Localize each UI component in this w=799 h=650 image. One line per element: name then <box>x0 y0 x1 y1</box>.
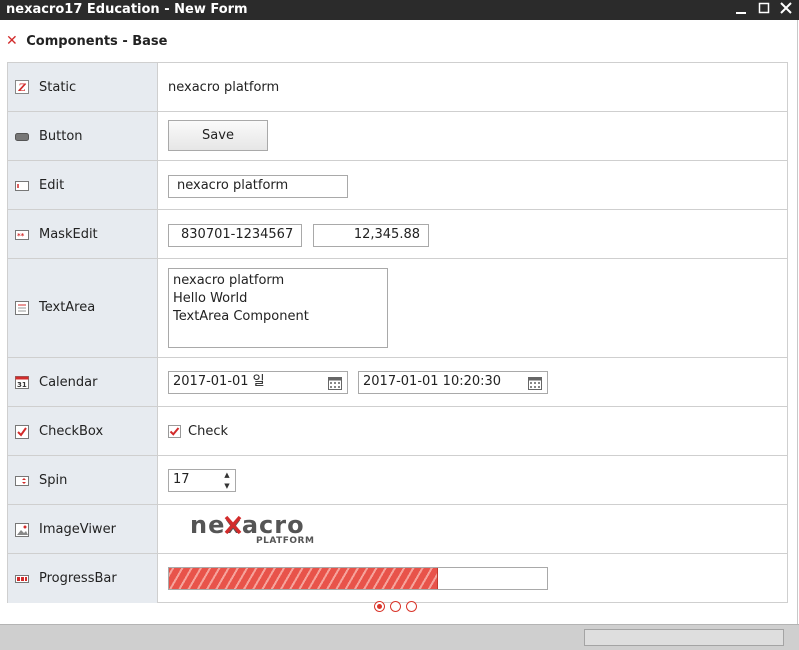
checkbox-icon <box>15 425 29 439</box>
minimize-button[interactable] <box>731 0 751 20</box>
calendar-date-value: 2017-01-01 일 <box>173 374 265 389</box>
textarea-input[interactable]: nexacro platform Hello World TextArea Co… <box>168 268 388 348</box>
row-label-text: CheckBox <box>39 424 104 439</box>
row-textarea: TextArea nexacro platform Hello World Te… <box>8 259 787 358</box>
row-label: ProgressBar <box>8 554 158 603</box>
check-checkbox[interactable] <box>168 425 181 438</box>
row-edit: Edit nexacro platform <box>8 161 787 210</box>
row-label: ImageViwer <box>8 505 158 553</box>
image-icon <box>15 523 29 537</box>
row-imageviewer: ImageViwer nexacro PLATFORM <box>8 505 787 554</box>
nexacro-logo: nexacro PLATFORM <box>190 512 320 548</box>
minimize-icon <box>736 12 746 14</box>
textarea-icon <box>15 301 29 315</box>
static-icon: Z <box>15 80 29 94</box>
row-label: CheckBox <box>8 407 158 455</box>
progress-bar <box>168 567 548 590</box>
row-label-text: TextArea <box>39 300 96 315</box>
maskedit-number-input[interactable]: 12,345.88 <box>313 224 429 247</box>
row-label: Button <box>8 112 158 160</box>
spin-input[interactable]: 17 ▲ ▼ <box>168 469 236 492</box>
row-label-text: ImageViwer <box>39 522 116 537</box>
page-dot[interactable] <box>374 601 385 612</box>
status-field <box>584 629 784 646</box>
component-grid: Z Static nexacro platform Button Save Ed… <box>7 62 788 603</box>
row-label: ** MaskEdit <box>8 210 158 258</box>
calendar-dropdown-icon[interactable] <box>327 375 343 391</box>
logo-text: nexacro <box>190 511 305 539</box>
row-label-text: Static <box>39 80 77 95</box>
row-calendar: 31 Calendar 2017-01-01 일 2017-01-01 10:2… <box>8 358 787 407</box>
window-titlebar: nexacro17 Education - New Form <box>0 0 799 20</box>
progress-fill <box>169 568 439 589</box>
maskedit-ssn-input[interactable]: 830701-1234567 <box>168 224 302 247</box>
row-checkbox: CheckBox Check <box>8 407 787 456</box>
calendar-datetime-input[interactable]: 2017-01-01 10:20:30 <box>358 371 548 394</box>
window-title: nexacro17 Education - New Form <box>6 2 248 17</box>
button-icon <box>15 133 29 141</box>
calendar-datetime-value: 2017-01-01 10:20:30 <box>363 374 502 389</box>
row-progressbar: ProgressBar <box>8 554 787 603</box>
row-label: TextArea <box>8 259 158 357</box>
section-header: ✕ Components - Base <box>6 33 167 51</box>
close-mark-icon: ✕ <box>6 33 18 49</box>
edit-icon <box>15 181 29 191</box>
calendar-date-input[interactable]: 2017-01-01 일 <box>168 371 348 394</box>
save-button[interactable]: Save <box>168 120 268 151</box>
row-label: Spin <box>8 456 158 504</box>
spin-up-button[interactable]: ▲ <box>219 470 235 480</box>
spin-value: 17 <box>173 472 190 487</box>
textarea-line: Hello World <box>173 291 248 306</box>
row-label: Z Static <box>8 63 158 111</box>
row-maskedit: ** MaskEdit 830701-1234567 12,345.88 <box>8 210 787 259</box>
spin-down-button[interactable]: ▼ <box>219 481 235 491</box>
textarea-line: TextArea Component <box>173 309 309 324</box>
maximize-icon <box>758 2 770 14</box>
checkbox-label[interactable]: Check <box>188 424 228 439</box>
maskedit-icon: ** <box>15 230 29 240</box>
row-label-text: Button <box>39 129 83 144</box>
row-label: Edit <box>8 161 158 209</box>
section-title: Components - Base <box>26 34 168 49</box>
logo-x-mark-icon <box>224 515 242 535</box>
spin-icon <box>15 476 29 486</box>
row-label-text: Calendar <box>39 375 98 390</box>
row-label: 31 Calendar <box>8 358 158 406</box>
page-dot[interactable] <box>390 601 401 612</box>
row-label-text: Spin <box>39 473 68 488</box>
svg-text:Z: Z <box>18 83 27 94</box>
svg-text:31: 31 <box>17 381 27 389</box>
progressbar-icon <box>15 575 29 583</box>
logo-subtext: PLATFORM <box>256 536 315 546</box>
status-bar <box>0 624 799 650</box>
svg-text:**: ** <box>17 232 25 240</box>
page-dot[interactable] <box>406 601 417 612</box>
edit-input[interactable]: nexacro platform <box>168 175 348 198</box>
static-text: nexacro platform <box>168 80 280 95</box>
calendar-dropdown-icon[interactable] <box>527 375 543 391</box>
calendar-icon: 31 <box>15 376 29 389</box>
row-label-text: ProgressBar <box>39 571 117 586</box>
row-button: Button Save <box>8 112 787 161</box>
close-icon <box>780 2 792 14</box>
row-spin: Spin 17 ▲ ▼ <box>8 456 787 505</box>
row-static: Z Static nexacro platform <box>8 63 787 112</box>
close-button[interactable] <box>776 0 796 20</box>
row-label-text: Edit <box>39 178 65 193</box>
maximize-button[interactable] <box>754 0 774 20</box>
row-label-text: MaskEdit <box>39 227 98 242</box>
textarea-line: nexacro platform <box>173 273 285 288</box>
